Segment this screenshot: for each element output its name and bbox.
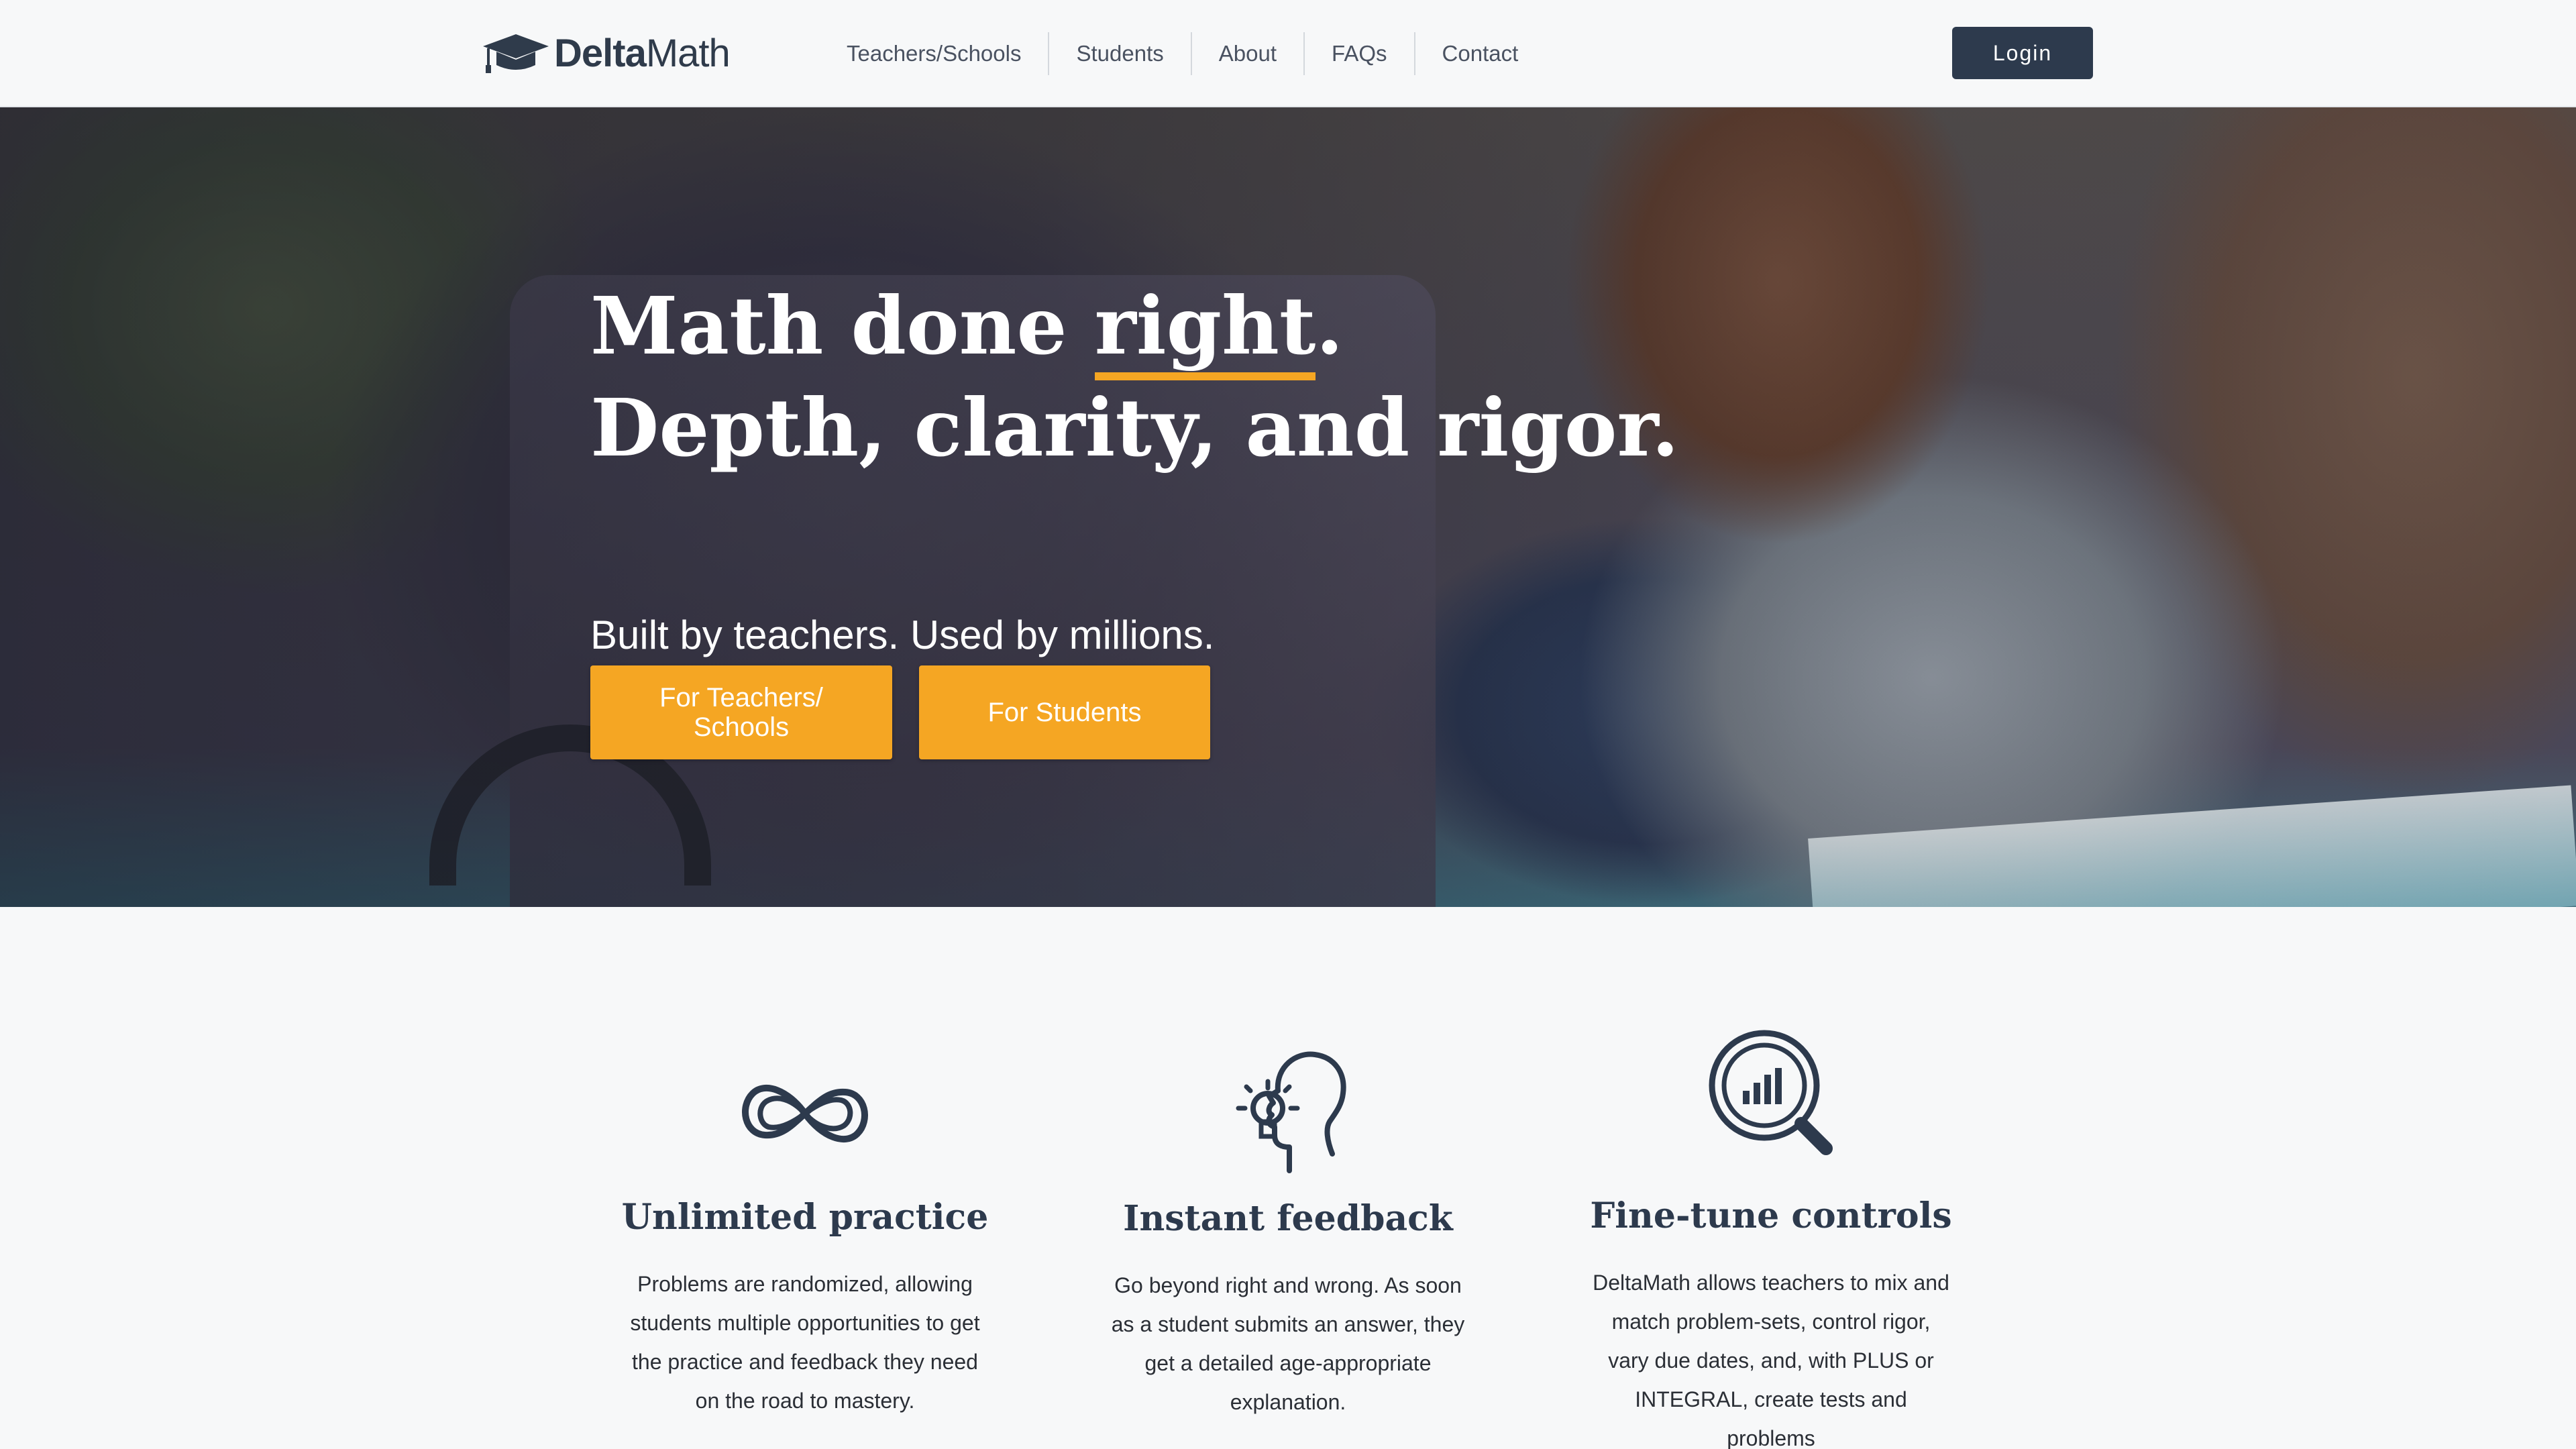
nav-item-students[interactable]: Students [1048, 32, 1190, 75]
feature-fine-tune-controls: Fine-tune controls DeltaMath allows teac… [1583, 1026, 1959, 1449]
nav-item-contact[interactable]: Contact [1413, 32, 1546, 75]
nav-item-teachers-schools[interactable]: Teachers/Schools [820, 32, 1048, 75]
hero-title-line2: Depth, clarity, and rigor. [590, 381, 1679, 474]
hero-title-period: . [1316, 279, 1344, 372]
graduation-cap-icon [483, 34, 549, 73]
for-teachers-schools-button[interactable]: For Teachers/ Schools [590, 665, 892, 759]
feature-title: Unlimited practice [621, 1197, 989, 1238]
feature-description: Problems are randomized, allowing studen… [630, 1272, 980, 1413]
infinity-icon [742, 1085, 868, 1142]
hero-title-emphasis: right [1094, 279, 1316, 380]
hero-subtitle: Built by teachers. Used by millions. [590, 612, 1215, 657]
lightbulb-head-icon [1236, 1051, 1346, 1173]
for-teachers-label-line1: For Teachers/ [659, 683, 823, 712]
feature-title: Fine-tune controls [1590, 1195, 1952, 1236]
nav-item-faqs[interactable]: FAQs [1303, 32, 1414, 75]
magnifier-chart-icon [1709, 1030, 1833, 1155]
top-navbar: DeltaMath Teachers/Schools Students Abou… [0, 0, 2576, 107]
feature-unlimited-practice: Unlimited practice Problems are randomiz… [617, 1060, 993, 1420]
logo-text: DeltaMath [554, 31, 731, 76]
hero-title: Math done right. Depth, clarity, and rig… [590, 275, 1679, 479]
hero-section: Math done right. Depth, clarity, and rig… [0, 107, 2576, 907]
main-nav: Teachers/Schools Students About FAQs Con… [820, 32, 1545, 75]
feature-description: DeltaMath allows teachers to mix and mat… [1593, 1271, 1949, 1449]
hero-title-line1: Math done right. [590, 279, 1344, 380]
nav-item-about[interactable]: About [1190, 32, 1303, 75]
feature-title: Instant feedback [1123, 1198, 1453, 1239]
login-button[interactable]: Login [1952, 27, 2093, 79]
deltamath-logo[interactable]: DeltaMath [482, 30, 731, 76]
feature-instant-feedback: Instant feedback Go beyond right and wro… [1100, 1046, 1476, 1421]
logo-text-regular: Math [645, 31, 731, 75]
for-students-button[interactable]: For Students [919, 665, 1210, 759]
feature-description: Go beyond right and wrong. As soon as a … [1111, 1273, 1465, 1414]
logo-text-bold: Delta [554, 31, 647, 75]
hero-overlay [0, 107, 2576, 907]
hero-title-start: Math done [590, 279, 1095, 372]
for-teachers-label-line2: Schools [693, 712, 790, 742]
